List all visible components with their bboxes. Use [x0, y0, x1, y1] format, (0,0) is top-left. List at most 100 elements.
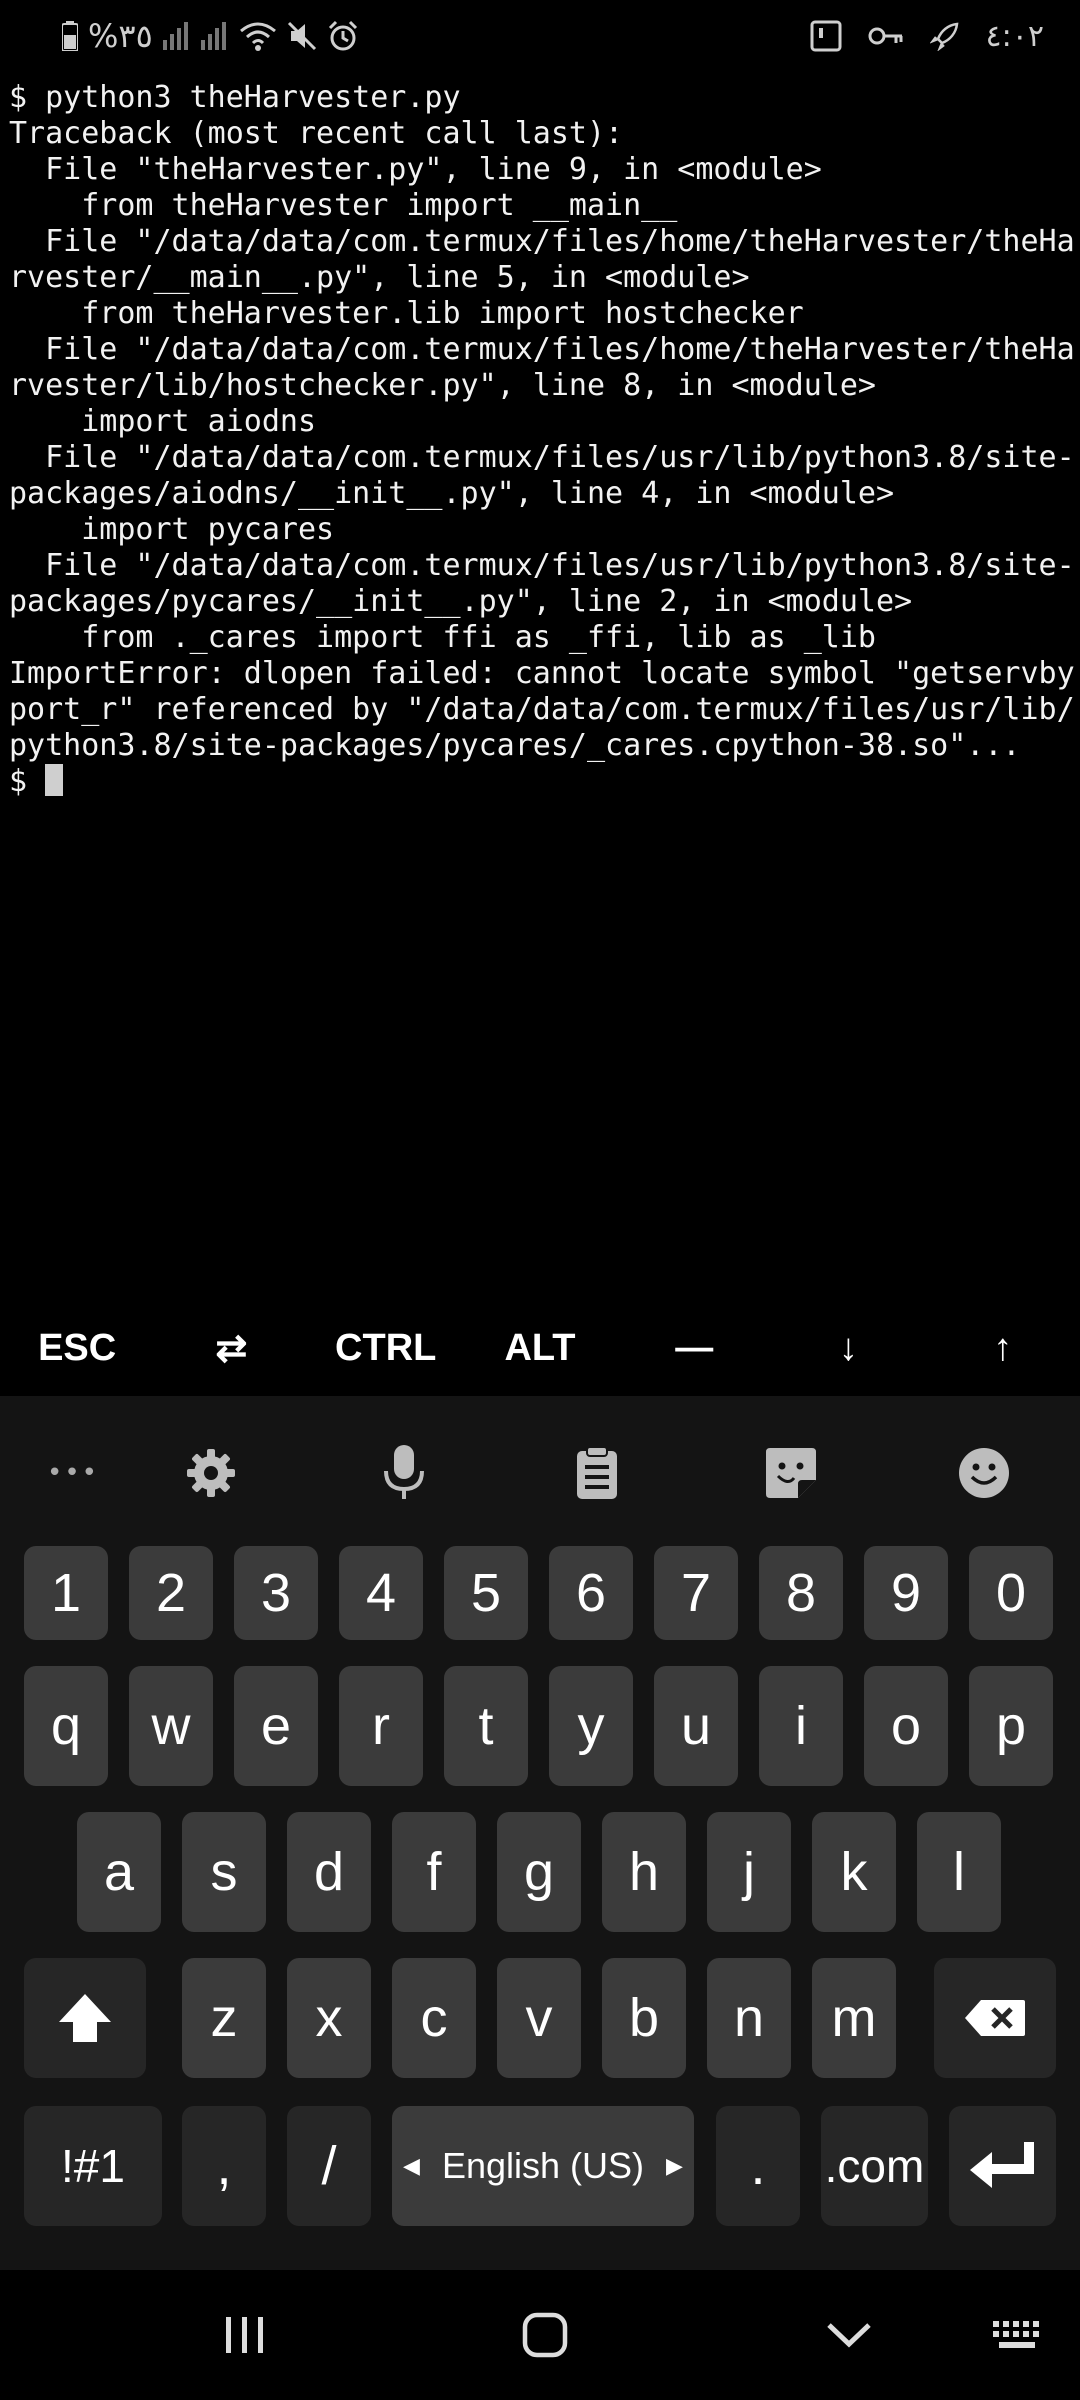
alarm-icon: [327, 20, 359, 52]
key-o[interactable]: o: [864, 1666, 948, 1786]
status-bar: %٣٥ ٤:٠٢: [0, 0, 1080, 72]
key-q[interactable]: q: [24, 1666, 108, 1786]
key-j[interactable]: j: [707, 1812, 791, 1932]
key-u[interactable]: u: [654, 1666, 738, 1786]
backspace-key[interactable]: [934, 1958, 1056, 2078]
status-time: ٤:٠٢: [985, 18, 1044, 54]
key-r[interactable]: r: [339, 1666, 423, 1786]
navigation-bar: [0, 2270, 1080, 2400]
key-x[interactable]: x: [287, 1958, 371, 2078]
battery-percent: %٣٥: [88, 17, 153, 55]
terminal-line: import pycares: [9, 512, 335, 547]
key-v[interactable]: v: [497, 1958, 581, 2078]
home-icon[interactable]: [515, 2300, 575, 2370]
key-i[interactable]: i: [759, 1666, 843, 1786]
terminal-line: ImportError: dlopen failed: cannot locat…: [9, 656, 1075, 691]
more-icon[interactable]: •••: [34, 1434, 112, 1512]
key-y[interactable]: y: [549, 1666, 633, 1786]
key-0[interactable]: 0: [969, 1546, 1053, 1640]
key-f[interactable]: f: [392, 1812, 476, 1932]
mute-icon: [287, 21, 317, 51]
enter-key[interactable]: [949, 2106, 1056, 2226]
key-k[interactable]: k: [812, 1812, 896, 1932]
terminal-output[interactable]: $ python3 theHarvester.py Traceback (mos…: [9, 80, 1075, 800]
terminal-line: File "theHarvester.py", line 9, in <modu…: [9, 152, 822, 187]
shift-key[interactable]: [24, 1958, 146, 2078]
tab-key[interactable]: ⇄: [154, 1300, 308, 1396]
terminal-line: Traceback (most recent call last):: [9, 116, 624, 151]
extra-keys-row: ESC ⇄ CTRL ALT — ↓ ↑: [0, 1300, 1080, 1396]
key-b[interactable]: b: [602, 1958, 686, 2078]
key-z[interactable]: z: [182, 1958, 266, 2078]
symbols-key[interactable]: !#1: [24, 2106, 162, 2226]
key-5[interactable]: 5: [444, 1546, 528, 1640]
emoji-icon[interactable]: [945, 1434, 1023, 1512]
key-9[interactable]: 9: [864, 1546, 948, 1640]
key-e[interactable]: e: [234, 1666, 318, 1786]
space-key[interactable]: ◀ English (US) ▶: [392, 2106, 694, 2226]
key-3[interactable]: 3: [234, 1546, 318, 1640]
key-n[interactable]: n: [707, 1958, 791, 2078]
period-key[interactable]: .: [716, 2106, 800, 2226]
arrow-up-key[interactable]: ↑: [926, 1300, 1080, 1396]
enter-icon: [968, 2140, 1038, 2192]
esc-key[interactable]: ESC: [0, 1300, 154, 1396]
sticker-icon[interactable]: [752, 1434, 830, 1512]
dash-key[interactable]: —: [617, 1300, 771, 1396]
rocket-icon: [929, 21, 960, 51]
key-w[interactable]: w: [129, 1666, 213, 1786]
arrow-down-key[interactable]: ↓: [771, 1300, 925, 1396]
terminal-cursor: [45, 764, 64, 796]
key-a[interactable]: a: [77, 1812, 161, 1932]
signal-icon: [162, 22, 191, 50]
key-m[interactable]: m: [812, 1958, 896, 2078]
terminal-prompt: $: [9, 764, 46, 799]
ctrl-key[interactable]: CTRL: [309, 1300, 463, 1396]
key-6[interactable]: 6: [549, 1546, 633, 1640]
clipboard-icon[interactable]: [558, 1434, 636, 1512]
key-1[interactable]: 1: [24, 1546, 108, 1640]
terminal-line: File "/data/data/com.termux/files/home/t…: [9, 224, 1075, 259]
back-icon[interactable]: [818, 2300, 880, 2370]
comma-key[interactable]: ,: [182, 2106, 266, 2226]
terminal-line: import aiodns: [9, 404, 317, 439]
keyboard-toolbar: •••: [0, 1396, 1080, 1546]
terminal-line: from ._cares import ffi as _ffi, lib as …: [9, 620, 876, 655]
key-p[interactable]: p: [969, 1666, 1053, 1786]
keyboard-switch-icon[interactable]: [987, 2300, 1047, 2370]
signal-icon: [200, 22, 229, 50]
key-7[interactable]: 7: [654, 1546, 738, 1640]
shift-icon: [57, 1992, 113, 2044]
microphone-icon[interactable]: [365, 1434, 443, 1512]
alt-key[interactable]: ALT: [463, 1300, 617, 1396]
key-4[interactable]: 4: [339, 1546, 423, 1640]
dotcom-key[interactable]: .com: [821, 2106, 928, 2226]
key-8[interactable]: 8: [759, 1546, 843, 1640]
terminal-line: rvester/__main__.py", line 5, in <module…: [9, 260, 750, 295]
backspace-icon: [963, 1998, 1027, 2038]
slash-key[interactable]: /: [287, 2106, 371, 2226]
terminal-line: python3.8/site-packages/pycares/_cares.c…: [9, 728, 1021, 763]
key-icon: [868, 24, 904, 48]
key-s[interactable]: s: [182, 1812, 266, 1932]
key-l[interactable]: l: [917, 1812, 1001, 1932]
terminal-line: from theHarvester import __main__: [9, 188, 678, 223]
key-h[interactable]: h: [602, 1812, 686, 1932]
terminal-line: File "/data/data/com.termux/files/usr/li…: [9, 440, 1075, 475]
soft-keyboard: ••• 1 2 3 4 5 6 7 8 9 0 q w e r t y u i …: [0, 1396, 1080, 2270]
terminal-line: $ python3 theHarvester.py: [9, 80, 461, 115]
key-g[interactable]: g: [497, 1812, 581, 1932]
battery-icon: [62, 21, 78, 51]
key-d[interactable]: d: [287, 1812, 371, 1932]
key-t[interactable]: t: [444, 1666, 528, 1786]
terminal-line: packages/aiodns/__init__.py", line 4, in…: [9, 476, 895, 511]
key-c[interactable]: c: [392, 1958, 476, 2078]
terminal-line: packages/pycares/__init__.py", line 2, i…: [9, 584, 913, 619]
settings-icon[interactable]: [172, 1434, 250, 1512]
terminal-line: from theHarvester.lib import hostchecker: [9, 296, 804, 331]
key-2[interactable]: 2: [129, 1546, 213, 1640]
language-label: English (US): [441, 2145, 645, 2186]
chevron-right-icon: ▶: [666, 2153, 683, 2178]
recent-apps-icon[interactable]: [215, 2300, 275, 2370]
screenshot-icon: [810, 20, 842, 52]
